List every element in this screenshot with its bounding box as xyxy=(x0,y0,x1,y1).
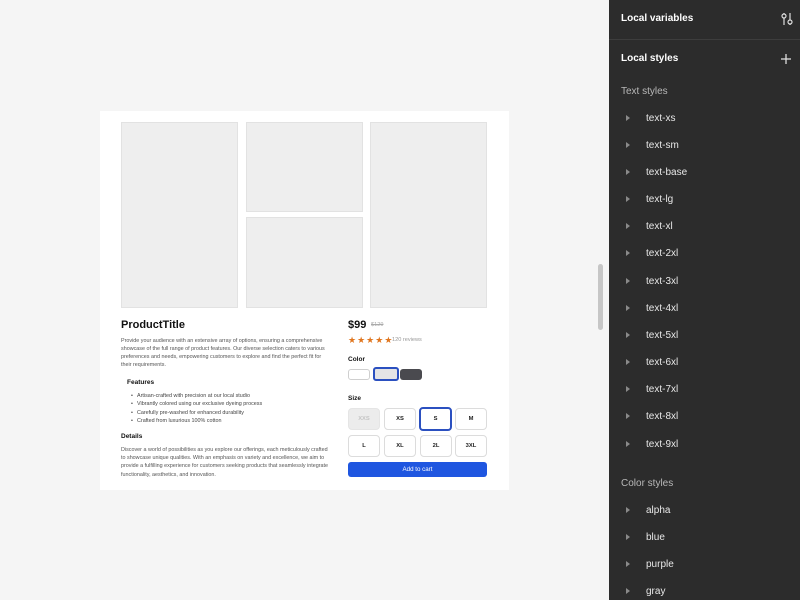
product-frame[interactable]: ProductTitle Provide your audience with … xyxy=(100,111,509,490)
caret-right-icon xyxy=(626,332,630,338)
text-styles-title: Text styles xyxy=(621,86,668,97)
caret-right-icon xyxy=(626,142,630,148)
caret-right-icon xyxy=(626,305,630,311)
text-style-label: text-8xl xyxy=(646,410,679,422)
feature-item: Carefully pre-washed for enhanced durabi… xyxy=(131,409,262,418)
text-style-item[interactable]: text-6xl xyxy=(621,354,791,370)
caret-right-icon xyxy=(626,507,630,513)
feature-item: Vibrantly colored using our exclusive dy… xyxy=(131,400,262,409)
plus-icon[interactable] xyxy=(780,52,792,70)
product-title: ProductTitle xyxy=(121,319,185,331)
caret-right-icon xyxy=(626,196,630,202)
sliders-icon[interactable] xyxy=(781,12,793,31)
text-style-label: text-2xl xyxy=(646,247,679,259)
color-style-item[interactable]: purple xyxy=(621,556,791,572)
color-style-item[interactable]: gray xyxy=(621,583,791,599)
caret-right-icon xyxy=(626,278,630,284)
panel-divider xyxy=(609,39,800,40)
caret-right-icon xyxy=(626,534,630,540)
caret-right-icon xyxy=(626,413,630,419)
color-swatch-light-gray[interactable] xyxy=(373,367,399,381)
text-style-item[interactable]: text-7xl xyxy=(621,381,791,397)
feature-item: Artisan-crafted with precision at our lo… xyxy=(131,392,262,401)
caret-right-icon xyxy=(626,169,630,175)
local-styles-label: Local styles xyxy=(621,53,679,64)
local-variables-label[interactable]: Local variables xyxy=(621,13,693,24)
text-style-item[interactable]: text-4xl xyxy=(621,300,791,316)
text-style-label: text-base xyxy=(646,166,688,178)
text-style-label: text-xl xyxy=(646,220,673,232)
features-list: Artisan-crafted with precision at our lo… xyxy=(131,392,262,425)
rating-stars: ★ ★ ★ ★ ★ xyxy=(348,335,392,345)
details-title: Details xyxy=(121,433,143,440)
text-style-label: text-4xl xyxy=(646,302,679,314)
text-style-item[interactable]: text-2xl xyxy=(621,245,791,261)
text-style-item[interactable]: text-3xl xyxy=(621,273,791,289)
text-style-label: text-xs xyxy=(646,112,676,124)
caret-right-icon xyxy=(626,588,630,594)
caret-right-icon xyxy=(626,115,630,121)
text-style-label: text-lg xyxy=(646,193,674,205)
size-option-2l[interactable]: 2L xyxy=(420,435,452,457)
image-placeholder-2 xyxy=(246,122,363,212)
old-price: $129 xyxy=(371,322,384,328)
text-style-label: text-6xl xyxy=(646,356,679,368)
color-swatch-white[interactable] xyxy=(348,369,370,380)
product-description: Provide your audience with an extensive … xyxy=(121,338,325,368)
text-style-item[interactable]: text-9xl xyxy=(621,436,791,452)
caret-right-icon xyxy=(626,223,630,229)
features-title: Features xyxy=(127,379,155,386)
image-placeholder-3 xyxy=(246,217,363,308)
text-style-label: text-5xl xyxy=(646,329,679,341)
size-option-l[interactable]: L xyxy=(348,435,380,457)
feature-item: Crafted from luxurious 100% cotton xyxy=(131,417,262,426)
text-style-item[interactable]: text-sm xyxy=(621,137,791,153)
text-style-item[interactable]: text-8xl xyxy=(621,408,791,424)
color-style-item[interactable]: blue xyxy=(621,529,791,545)
price: $99 xyxy=(348,319,367,331)
caret-right-icon xyxy=(626,441,630,447)
size-option-s[interactable]: S xyxy=(419,407,452,431)
reviews-count[interactable]: 120 reviews xyxy=(392,337,422,343)
text-style-item[interactable]: text-lg xyxy=(621,191,791,207)
color-style-label: purple xyxy=(646,558,674,570)
text-style-label: text-sm xyxy=(646,139,679,151)
size-option-3xl[interactable]: 3XL xyxy=(455,435,487,457)
color-label: Color xyxy=(348,356,365,363)
star-icon: ★ xyxy=(375,335,384,345)
caret-right-icon xyxy=(626,386,630,392)
star-icon: ★ xyxy=(348,335,357,345)
size-option-xs[interactable]: XS xyxy=(384,408,416,430)
color-swatch-dark-gray[interactable] xyxy=(400,369,422,380)
size-option-xxs[interactable]: XXS xyxy=(348,408,380,430)
text-style-item[interactable]: text-5xl xyxy=(621,327,791,343)
text-style-label: text-9xl xyxy=(646,438,679,450)
styles-panel: Local variables Local styles Text styles… xyxy=(609,0,800,600)
size-label: Size xyxy=(348,395,362,402)
star-icon: ★ xyxy=(357,335,366,345)
size-option-xl[interactable]: XL xyxy=(384,435,416,457)
image-placeholder-4 xyxy=(370,122,487,308)
star-icon: ★ xyxy=(366,335,375,345)
add-to-cart-button[interactable]: Add to cart xyxy=(348,462,487,477)
text-style-item[interactable]: text-xl xyxy=(621,218,791,234)
text-style-item[interactable]: text-base xyxy=(621,164,791,180)
details-text: Discover a world of possibilities as you… xyxy=(121,447,329,478)
text-style-label: text-3xl xyxy=(646,275,679,287)
image-placeholder-1 xyxy=(121,122,238,308)
canvas-scrollbar[interactable] xyxy=(598,264,603,330)
text-style-label: text-7xl xyxy=(646,383,679,395)
color-styles-title: Color styles xyxy=(621,478,674,489)
color-style-label: alpha xyxy=(646,504,671,516)
features-box: Features Artisan-crafted with precision … xyxy=(121,374,335,426)
color-style-label: gray xyxy=(646,585,666,597)
caret-right-icon xyxy=(626,250,630,256)
caret-right-icon xyxy=(626,359,630,365)
text-style-item[interactable]: text-xs xyxy=(621,110,791,126)
color-style-item[interactable]: alpha xyxy=(621,502,791,518)
caret-right-icon xyxy=(626,561,630,567)
color-style-label: blue xyxy=(646,531,665,543)
size-option-m[interactable]: M xyxy=(455,408,487,430)
